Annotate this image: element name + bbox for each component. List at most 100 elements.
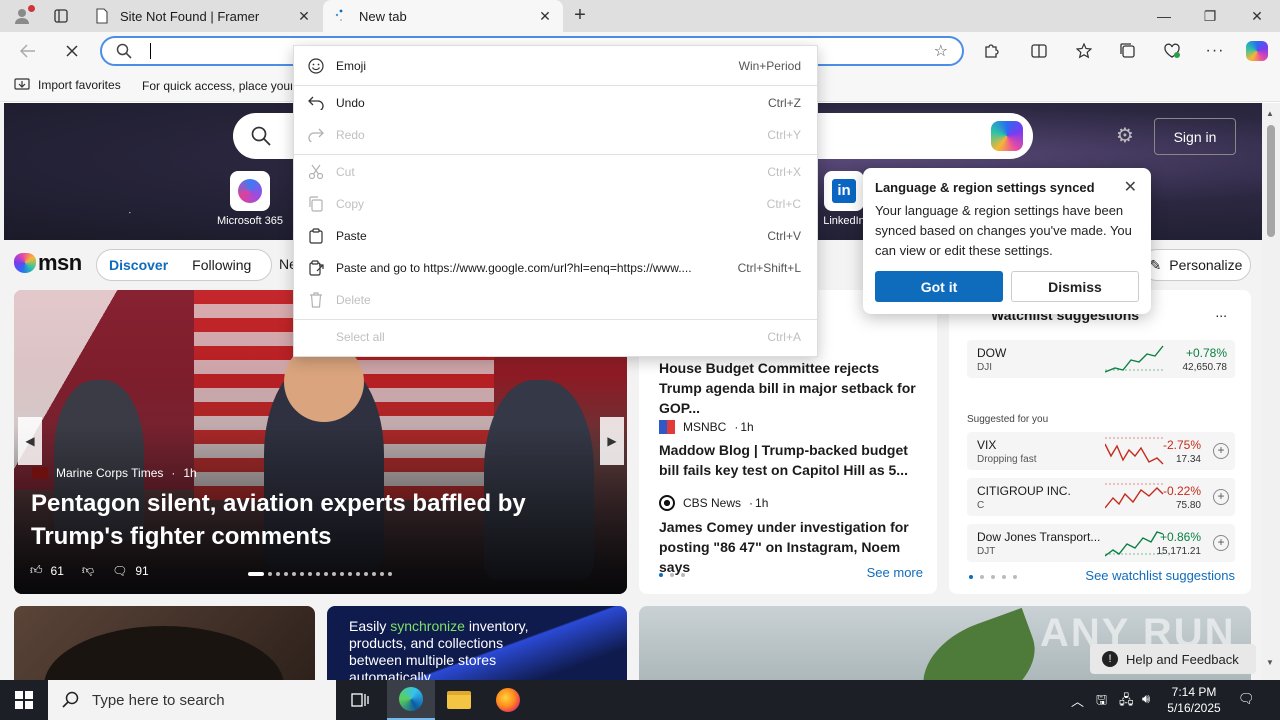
copilot-icon[interactable] (991, 121, 1023, 151)
tab-actions-button[interactable] (48, 4, 74, 28)
add-to-watchlist-button[interactable]: + (1213, 443, 1229, 459)
taskbar-search-box[interactable]: Type here to search (48, 680, 336, 720)
menu-item-delete[interactable]: Delete (294, 286, 817, 314)
restore-button[interactable]: ❐ (1187, 0, 1233, 32)
tray-device-icon[interactable]: 🖫︎ (1096, 691, 1107, 713)
menu-item-cut[interactable]: Cut Ctrl+X (294, 158, 817, 186)
see-more-link[interactable]: See more (867, 565, 923, 580)
stock-price: 15,171.21 (1156, 546, 1202, 557)
toast-close-icon[interactable]: ✕ (1124, 177, 1137, 197)
menu-item-emoji[interactable]: Emoji Win+Period (294, 52, 817, 80)
profile-button[interactable] (8, 4, 36, 28)
tab-discover[interactable]: Discover (97, 257, 180, 273)
tab-new-tab[interactable]: New tab ✕ (323, 0, 563, 32)
menu-divider (294, 319, 817, 320)
extensions-button[interactable] (977, 38, 1005, 64)
menu-shortcut: Ctrl+Z (768, 96, 801, 110)
scroll-up-icon[interactable]: ▲ (1266, 109, 1274, 118)
story-reactions: 👍︎ 61 👎︎ 🗨︎ 91 (30, 563, 149, 578)
dismiss-button[interactable]: Dismiss (1011, 271, 1139, 302)
menu-item-redo[interactable]: Redo Ctrl+Y (294, 121, 817, 149)
story-card-image[interactable] (14, 606, 315, 680)
tray-overflow-icon[interactable]: ︿ (1071, 691, 1084, 710)
see-watchlist-link[interactable]: See watchlist suggestions (1085, 568, 1235, 583)
page-scrollbar[interactable]: ▲ ▼ (1262, 103, 1280, 680)
news-title: Maddow Blog | Trump-backed budget bill f… (659, 442, 908, 478)
copilot-button[interactable] (1243, 38, 1271, 64)
performance-button[interactable] (1158, 38, 1186, 64)
stop-button[interactable] (58, 38, 86, 64)
new-tab-button[interactable]: + (568, 4, 592, 28)
split-screen-button[interactable] (1025, 38, 1053, 64)
volume-icon[interactable]: 🔊︎ (1142, 691, 1150, 707)
menu-item-paste[interactable]: Paste Ctrl+V (294, 222, 817, 250)
carousel-prev-button[interactable]: ◀ (18, 417, 42, 465)
msn-logo[interactable]: msn (14, 250, 82, 276)
taskbar-firefox-button[interactable] (484, 680, 532, 720)
stock-name: Dow Jones Transport... (977, 530, 1101, 544)
pencil-icon: ✎ (1149, 256, 1162, 273)
tab-close-button[interactable]: ✕ (537, 8, 553, 25)
import-favorites-button[interactable]: Import favorites (14, 78, 121, 92)
favorites-button[interactable] (1070, 38, 1098, 64)
stop-icon (66, 45, 78, 57)
back-button[interactable] (14, 38, 42, 64)
stock-row-citigroup[interactable]: CITIGROUP INC. C -0.22% 75.80 + (967, 478, 1235, 516)
menu-label: Paste (336, 229, 367, 243)
stock-row-dow[interactable]: DOW DJI +0.78% 42,650.78 (967, 340, 1235, 378)
tab-following[interactable]: Following (180, 257, 263, 273)
quick-link-microsoft-365[interactable]: Microsoft 365 (214, 171, 286, 227)
menu-shortcut: Ctrl+A (767, 330, 801, 344)
taskbar-search-placeholder: Type here to search (92, 691, 225, 709)
menu-item-copy[interactable]: Copy Ctrl+C (294, 190, 817, 218)
notifications-icon[interactable]: 🗨︎ (1238, 691, 1255, 707)
tab-title: New tab (359, 8, 407, 24)
watchlist-more-button[interactable]: ... (1215, 304, 1227, 320)
scrollbar-thumb[interactable] (1267, 125, 1275, 237)
menu-item-select-all[interactable]: Select all Ctrl+A (294, 323, 817, 351)
news-item[interactable]: MSNBC · 1h Maddow Blog | Trump-backed bu… (659, 420, 925, 480)
got-it-button[interactable]: Got it (875, 271, 1003, 302)
menu-shortcut: Ctrl+V (767, 229, 801, 243)
promo-card[interactable]: Easily synchronize inventory, products, … (327, 606, 627, 680)
help-feedback-button[interactable]: ! Help and Feedback (1090, 644, 1256, 674)
taskbar-clock[interactable]: 7:14 PM 5/16/2025 (1158, 684, 1230, 716)
menu-item-undo[interactable]: Undo Ctrl+Z (294, 89, 817, 117)
sign-in-button[interactable]: Sign in (1154, 118, 1236, 155)
story-image-leaf (908, 607, 1050, 680)
stock-price: 75.80 (1175, 500, 1201, 511)
promo-highlight: synchronize (390, 618, 465, 634)
start-button[interactable] (0, 680, 48, 720)
comment-icon[interactable]: 🗨︎ (112, 564, 127, 578)
clock-date: 5/16/2025 (1167, 701, 1221, 715)
menu-item-paste-and-go[interactable]: Paste and go to https://www.google.com/u… (294, 254, 817, 282)
task-view-button[interactable] (336, 680, 384, 720)
close-window-button[interactable]: ✕ (1234, 0, 1280, 32)
settings-more-button[interactable]: ··· (1201, 38, 1229, 64)
taskbar-explorer-button[interactable] (435, 680, 483, 720)
add-to-watchlist-button[interactable]: + (1213, 489, 1229, 505)
thumbs-down-icon[interactable]: 👎︎ (82, 563, 94, 578)
add-to-watchlist-button[interactable]: + (1213, 535, 1229, 551)
menu-label: Undo (336, 96, 365, 110)
collections-button[interactable] (1114, 38, 1142, 64)
network-icon[interactable]: 🖧︎ (1119, 691, 1134, 713)
page-settings-gear-icon[interactable]: ⚙ (1116, 123, 1134, 148)
thumbs-up-icon[interactable]: 👍︎ (30, 563, 43, 578)
stock-row-vix[interactable]: VIX Dropping fast -2.75% 17.34 + (967, 432, 1235, 470)
favorite-star-icon[interactable]: ☆ (934, 41, 948, 61)
tab-framer[interactable]: Site Not Found | Framer ✕ (84, 0, 322, 32)
personalize-button[interactable]: ✎ Personalize (1141, 249, 1251, 281)
menu-label: Redo (336, 128, 365, 142)
scroll-down-icon[interactable]: ▼ (1266, 658, 1274, 667)
minimize-button[interactable]: — (1141, 0, 1187, 32)
story-headline[interactable]: Pentagon silent, aviation experts baffle… (31, 487, 611, 553)
tab-close-button[interactable]: ✕ (296, 8, 312, 25)
carousel-next-button[interactable]: ▶ (600, 417, 624, 465)
search-icon (62, 691, 79, 708)
taskbar-edge-button[interactable] (387, 680, 435, 720)
stock-row-djt[interactable]: Dow Jones Transport... DJT +0.86% 15,171… (967, 524, 1235, 562)
separator-dot: · (749, 496, 754, 510)
source-name: CBS News (683, 496, 742, 510)
stock-change: +0.86% (1159, 530, 1201, 544)
